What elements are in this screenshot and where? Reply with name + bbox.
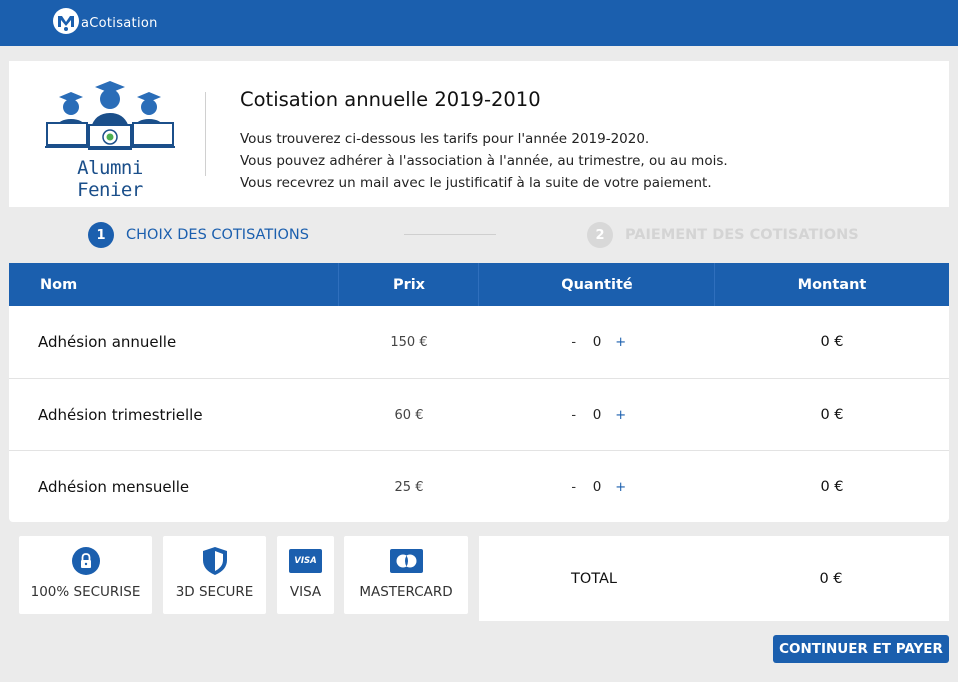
badge-label: MASTERCARD	[359, 584, 453, 600]
step-label: CHOIX DES COTISATIONS	[126, 227, 309, 243]
total-value: 0 €	[819, 570, 843, 587]
mastercard-icon	[389, 546, 423, 576]
shield-icon	[201, 546, 229, 576]
table-header: Nom Prix Quantité Montant	[9, 263, 949, 306]
continue-and-pay-button[interactable]: CONTINUER ET PAYER	[773, 635, 949, 663]
decrement-button[interactable]: -	[569, 335, 579, 350]
column-header-name: Nom	[40, 276, 78, 293]
increment-button[interactable]: +	[615, 480, 626, 495]
badge-3d-secure: 3D SECURE	[163, 536, 266, 614]
quantity-stepper: - 0 +	[479, 306, 715, 378]
item-amount: 0 €	[820, 334, 844, 350]
decrement-button[interactable]: -	[569, 408, 579, 423]
table-row: Adhésion annuelle 150 € - 0 + 0 €	[9, 306, 949, 378]
quantity-value: 0	[592, 479, 602, 495]
step-choix[interactable]: 1 CHOIX DES COTISATIONS	[88, 222, 309, 248]
column-header-price: Prix	[392, 276, 426, 293]
step-connector	[404, 234, 496, 235]
badge-label: 100% SECURISE	[30, 584, 141, 600]
increment-button[interactable]: +	[615, 408, 626, 423]
intro-description: Vous trouverez ci-dessous les tarifs pou…	[240, 128, 728, 194]
brand[interactable]: aCotisation	[53, 8, 158, 34]
increment-button[interactable]: +	[615, 335, 626, 350]
visa-card-icon: VISA	[289, 546, 322, 576]
item-price: 60 €	[394, 407, 424, 423]
top-bar: aCotisation	[0, 0, 958, 46]
lock-icon	[71, 546, 101, 576]
item-amount: 0 €	[820, 407, 844, 423]
step-number: 1	[88, 222, 114, 248]
badge-mastercard: MASTERCARD	[344, 536, 468, 614]
graduates-illustration	[45, 81, 175, 150]
alumni-logo-text: Alumni Fenier	[77, 157, 143, 201]
table-row: Adhésion mensuelle 25 € - 0 + 0 €	[9, 450, 949, 522]
app-logo-icon	[53, 8, 79, 34]
intro-card: Alumni Fenier Cotisation annuelle 2019-2…	[9, 61, 949, 207]
column-header-quantity: Quantité	[561, 276, 633, 293]
decrement-button[interactable]: -	[569, 480, 579, 495]
intro-divider	[205, 92, 206, 176]
step-label: PAIEMENT DES COTISATIONS	[625, 227, 859, 243]
quantity-value: 0	[592, 334, 602, 350]
item-price: 150 €	[390, 334, 428, 350]
badge-visa: VISA VISA	[277, 536, 334, 614]
item-name: Adhésion annuelle	[38, 333, 177, 351]
column-header-amount: Montant	[797, 276, 867, 293]
intro-line: Vous pouvez adhérer à l'association à l'…	[240, 153, 728, 169]
stepper: 1 CHOIX DES COTISATIONS 2 PAIEMENT DES C…	[9, 207, 949, 263]
step-paiement: 2 PAIEMENT DES COTISATIONS	[587, 222, 859, 248]
quantity-stepper: - 0 +	[479, 451, 715, 523]
total-label: TOTAL	[571, 570, 617, 587]
quantity-value: 0	[592, 407, 602, 423]
quantity-stepper: - 0 +	[479, 379, 715, 451]
total-box: TOTAL 0 €	[479, 536, 949, 621]
item-name: Adhésion trimestrielle	[38, 406, 203, 424]
step-number: 2	[587, 222, 613, 248]
table-row: Adhésion trimestrielle 60 € - 0 + 0 €	[9, 378, 949, 450]
item-price: 25 €	[394, 479, 424, 495]
badge-label: 3D SECURE	[175, 584, 254, 600]
item-amount: 0 €	[820, 479, 844, 495]
alumni-logo: Alumni Fenier	[45, 77, 175, 201]
item-name: Adhésion mensuelle	[38, 478, 190, 496]
badge-label: VISA	[289, 584, 322, 600]
badge-secure: 100% SECURISE	[19, 536, 152, 614]
intro-line: Vous trouverez ci-dessous les tarifs pou…	[240, 131, 650, 147]
intro-line: Vous recevrez un mail avec le justificat…	[240, 175, 712, 191]
visa-card-text: VISA	[289, 549, 322, 573]
page-title: Cotisation annuelle 2019-2010	[240, 88, 541, 111]
membership-table: Nom Prix Quantité Montant Adhésion annue…	[9, 263, 949, 522]
brand-name: aCotisation	[81, 15, 158, 31]
